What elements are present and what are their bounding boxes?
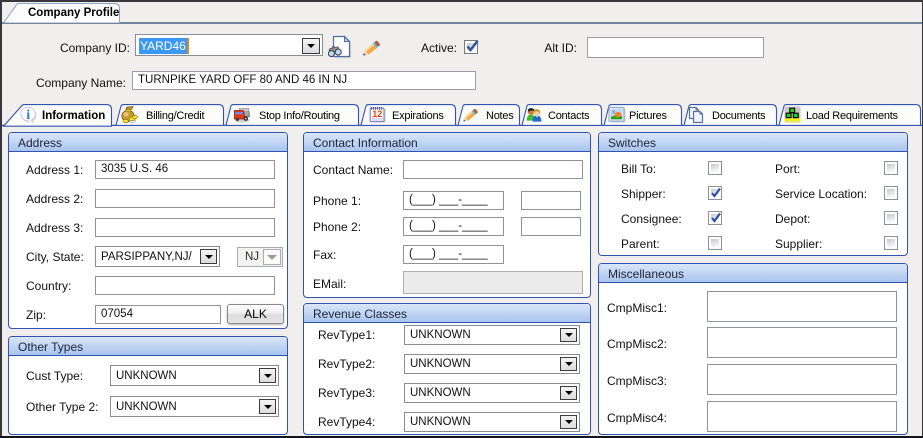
svg-text:i: i (26, 107, 30, 122)
svg-text:12: 12 (372, 109, 382, 119)
